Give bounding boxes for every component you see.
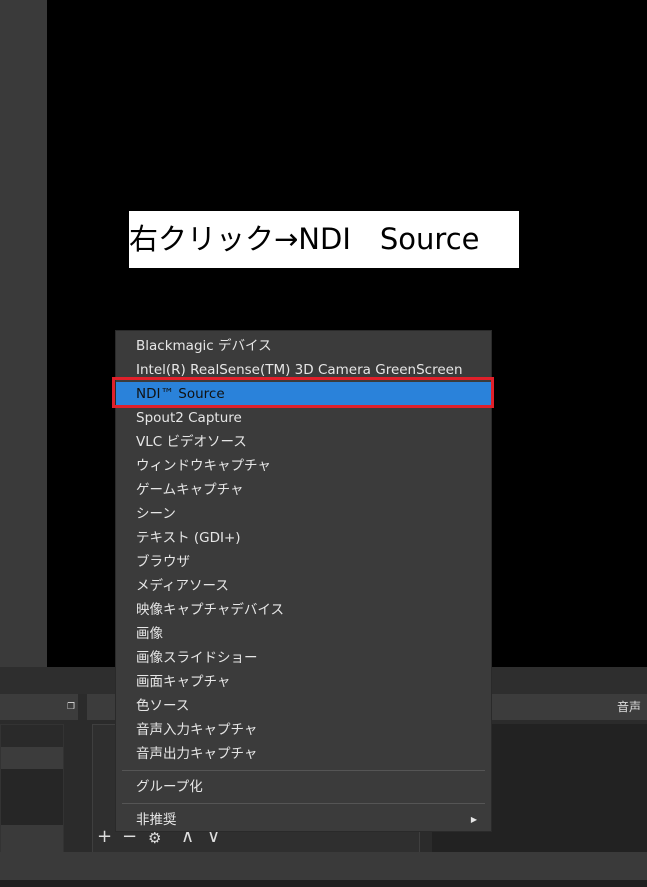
menu-item[interactable]: メディアソース — [116, 574, 491, 598]
menu-item-label: 非推奨 — [136, 812, 177, 828]
float-icon[interactable]: ❐ — [67, 694, 75, 720]
left-panel — [0, 0, 47, 667]
menu-item[interactable]: 画面キャプチャ — [116, 670, 491, 694]
list-item[interactable] — [1, 747, 63, 769]
menu-item[interactable]: ウィンドウキャプチャ — [116, 454, 491, 478]
list-item[interactable] — [1, 725, 63, 747]
menu-item[interactable]: 音声入力キャプチャ — [116, 718, 491, 742]
status-bar — [0, 880, 647, 887]
add-source-button[interactable]: + — [97, 826, 112, 847]
menu-item[interactable]: VLC ビデオソース — [116, 430, 491, 454]
scenes-dock-header: ❐ — [0, 694, 78, 720]
menu-item-deprecated[interactable]: 非推奨 ▶ — [116, 808, 491, 832]
scenes-toolbar — [1, 825, 63, 853]
menu-item-group[interactable]: グループ化 — [116, 775, 491, 799]
menu-item[interactable]: 音声出力キャプチャ — [116, 742, 491, 766]
menu-item[interactable]: Spout2 Capture — [116, 406, 491, 430]
menu-item[interactable]: Blackmagic デバイス — [116, 334, 491, 358]
menu-item[interactable]: 画像スライドショー — [116, 646, 491, 670]
menu-item[interactable]: 映像キャプチャデバイス — [116, 598, 491, 622]
menu-item[interactable]: 画像 — [116, 622, 491, 646]
scenes-list[interactable] — [0, 724, 64, 854]
status-area — [0, 852, 647, 880]
annotation-caption: 右クリック→NDI Source — [129, 211, 519, 268]
menu-item[interactable]: 色ソース — [116, 694, 491, 718]
menu-separator — [122, 803, 485, 804]
menu-item[interactable]: シーン — [116, 502, 491, 526]
menu-item[interactable]: テキスト (GDI+) — [116, 526, 491, 550]
menu-item[interactable]: ブラウザ — [116, 550, 491, 574]
menu-separator — [122, 770, 485, 771]
submenu-arrow-icon: ▶ — [470, 815, 477, 824]
menu-item[interactable]: ゲームキャプチャ — [116, 478, 491, 502]
highlight-annotation-box — [112, 377, 494, 408]
